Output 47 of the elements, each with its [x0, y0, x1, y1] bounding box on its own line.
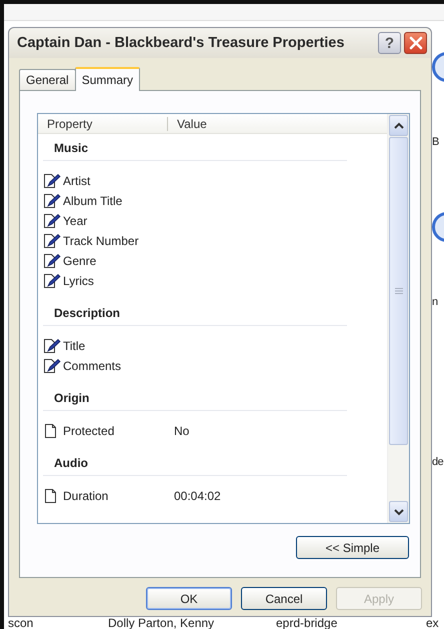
- edit-page-icon: [43, 358, 61, 374]
- dialog-button[interactable]: Cancel: [241, 587, 327, 610]
- chevron-down-icon: [394, 508, 404, 516]
- edit-page-icon: [43, 213, 61, 229]
- property-name: Comments: [63, 359, 122, 373]
- simple-button[interactable]: << Simple: [296, 536, 409, 559]
- group-header: Audio: [43, 449, 347, 476]
- background-text: ex: [426, 617, 439, 629]
- background-text: de: [432, 456, 444, 468]
- edit-page-icon: [43, 273, 61, 289]
- property-name: Genre: [63, 254, 96, 268]
- edit-page-icon: [43, 193, 61, 209]
- tab[interactable]: General: [19, 69, 76, 90]
- group-header: Description: [43, 299, 347, 326]
- scroll-up-button[interactable]: [389, 115, 408, 136]
- edit-page-icon: [43, 173, 61, 189]
- tab[interactable]: Summary: [74, 67, 140, 91]
- group-header: Origin: [43, 384, 347, 411]
- property-value: No: [174, 424, 190, 438]
- close-button[interactable]: [404, 32, 427, 54]
- property-name: Year: [63, 214, 88, 228]
- property-name: Duration: [63, 489, 108, 503]
- scroll-down-button[interactable]: [389, 501, 408, 522]
- scrollbar[interactable]: [387, 114, 409, 523]
- property-value: 00:04:02: [174, 489, 221, 503]
- chevron-up-icon: [394, 122, 404, 130]
- background-text: scon: [7, 617, 34, 629]
- grip-icon: [394, 287, 402, 295]
- edit-page-icon: [43, 233, 61, 249]
- property-name: Lyrics: [63, 274, 94, 288]
- background-text: n: [432, 296, 438, 308]
- property-name: Track Number: [63, 234, 139, 248]
- background-text: B: [432, 136, 439, 148]
- help-button[interactable]: ?: [378, 32, 401, 54]
- edit-page-icon: [43, 253, 61, 269]
- property-name: Protected: [63, 424, 114, 438]
- column-header[interactable]: Property: [38, 116, 168, 130]
- close-icon: [408, 36, 422, 50]
- dialog-button[interactable]: OK: [146, 587, 232, 610]
- edit-page-icon: [43, 338, 61, 354]
- window-title: Captain Dan - Blackbeard's Treasure Properties: [17, 35, 346, 51]
- property-name: Title: [63, 339, 86, 353]
- property-name: Artist: [63, 174, 90, 188]
- column-header[interactable]: Value: [168, 116, 207, 130]
- scroll-thumb[interactable]: [389, 137, 408, 445]
- group-header: Music: [43, 134, 347, 161]
- property-name: Album Title: [63, 194, 122, 208]
